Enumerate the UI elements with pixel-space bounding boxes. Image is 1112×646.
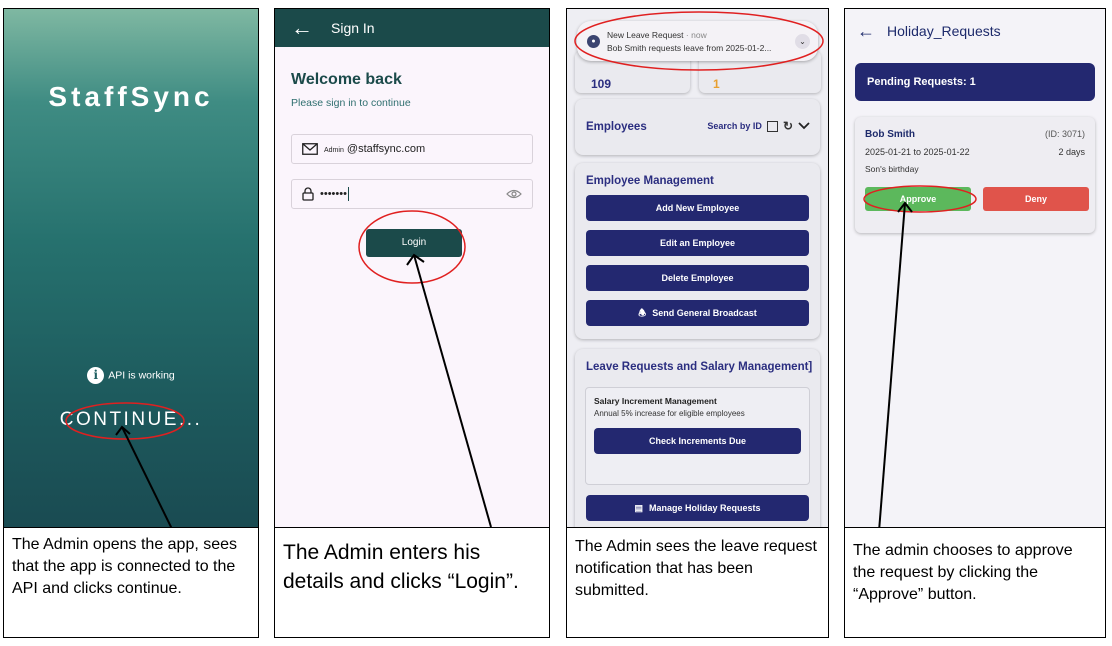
- calendar-icon: ▤: [634, 503, 643, 513]
- annotation-pointer: [413, 254, 492, 527]
- send-broadcast-label: Send General Broadcast: [652, 308, 757, 318]
- bell-icon: ●: [587, 35, 600, 48]
- requester-id: (ID: 3071): [1044, 129, 1085, 139]
- mail-icon: [302, 143, 318, 155]
- search-label: Search by ID: [707, 121, 762, 131]
- checkbox-icon[interactable]: [766, 120, 778, 132]
- leave-request-notification[interactable]: ● New Leave Request · now Bob Smith requ…: [577, 21, 818, 61]
- login-button[interactable]: Login: [366, 229, 462, 257]
- continue-button[interactable]: CONTINUE...: [4, 409, 258, 431]
- dashboard-screen: 109 1 ● New Leave Request · now Bob Smit…: [567, 9, 828, 527]
- requester-name: Bob Smith: [865, 129, 915, 140]
- storyboard-panel-dashboard: 109 1 ● New Leave Request · now Bob Smit…: [566, 8, 829, 638]
- email-field[interactable]: Admin @staffsync.com: [291, 134, 533, 164]
- storyboard-panel-holiday-requests: ← Holiday_Requests Pending Requests: 1 B…: [844, 8, 1106, 638]
- salary-increment-desc: Annual 5% increase for eligible employee…: [594, 409, 745, 418]
- storyboard-panel-splash: StaffSync i API is working CONTINUE... Th…: [3, 8, 259, 638]
- page-title: Welcome back: [291, 71, 402, 88]
- request-duration: 2 days: [1058, 147, 1085, 157]
- edit-employee-button[interactable]: Edit an Employee: [586, 230, 809, 256]
- employees-title: Employees: [586, 121, 647, 133]
- salary-increment-title: Salary Increment Management: [594, 396, 717, 406]
- caption: The Admin opens the app, sees that the a…: [4, 527, 258, 637]
- salary-increment-box: Salary Increment Management Annual 5% in…: [585, 387, 810, 485]
- delete-employee-button[interactable]: Delete Employee: [586, 265, 809, 291]
- email-prefix: Admin: [324, 147, 344, 154]
- eye-icon[interactable]: [506, 189, 522, 199]
- app-bar-title: Sign In: [331, 20, 375, 36]
- app-bar-title: Holiday_Requests: [887, 23, 1001, 39]
- refresh-icon[interactable]: ↻: [783, 119, 793, 133]
- app-title: StaffSync: [48, 81, 214, 112]
- stat-value: 1: [713, 77, 720, 91]
- pending-requests-badge: Pending Requests: 1: [855, 63, 1095, 101]
- employee-management-title: Employee Management: [586, 175, 714, 187]
- page-subtitle: Please sign in to continue: [291, 97, 411, 109]
- arrow-left-icon[interactable]: ←: [291, 17, 313, 39]
- request-reason: Son's birthday: [865, 164, 919, 174]
- email-value: @staffsync.com: [346, 143, 426, 155]
- employee-search: Search by ID ↻: [707, 119, 810, 133]
- lock-icon: [302, 187, 314, 201]
- arrow-left-icon[interactable]: ←: [857, 21, 875, 42]
- caption: The Admin sees the leave request notific…: [567, 527, 828, 637]
- approve-button[interactable]: Approve: [865, 187, 971, 211]
- notification-title: New Leave Request: [607, 30, 684, 40]
- caption: The Admin enters his details and clicks …: [275, 527, 549, 637]
- manage-holiday-label: Manage Holiday Requests: [648, 503, 761, 513]
- app-bar: ← Holiday_Requests: [845, 9, 1105, 53]
- annotation-pointer: [121, 426, 173, 527]
- chevron-down-icon[interactable]: [798, 122, 810, 130]
- info-icon: i: [87, 367, 105, 384]
- check-increments-button[interactable]: Check Increments Due: [594, 428, 801, 454]
- bell-outline-icon: 🕭︎: [638, 308, 647, 318]
- app-bar: ← Sign In: [275, 9, 549, 47]
- leave-salary-title: Leave Requests and Salary Management]: [586, 361, 813, 373]
- holiday-requests-screen: ← Holiday_Requests Pending Requests: 1 B…: [845, 9, 1105, 527]
- leave-request-card: Bob Smith (ID: 3071) 2025-01-21 to 2025-…: [855, 117, 1095, 233]
- request-dates: 2025-01-21 to 2025-01-22: [865, 147, 970, 157]
- add-employee-button[interactable]: Add New Employee: [586, 195, 809, 221]
- employees-card: Employees Search by ID ↻: [575, 99, 820, 155]
- splash-screen: StaffSync i API is working CONTINUE...: [4, 9, 258, 527]
- manage-holiday-requests-button[interactable]: ▤ Manage Holiday Requests: [586, 495, 809, 521]
- employee-management-card: Employee Management Add New Employee Edi…: [575, 163, 820, 339]
- caption: The admin chooses to approve the request…: [845, 527, 1105, 637]
- password-value: •••••••: [320, 187, 347, 200]
- deny-button[interactable]: Deny: [983, 187, 1089, 211]
- signin-screen: ← Sign In Welcome back Please sign in to…: [275, 9, 549, 527]
- notification-time: · now: [685, 30, 707, 40]
- api-status-text: API is working: [108, 369, 175, 382]
- annotation-pointer: [878, 202, 906, 527]
- chevron-down-icon[interactable]: ⌄: [795, 34, 810, 49]
- password-field[interactable]: •••••••: [291, 179, 533, 209]
- storyboard-panel-signin: ← Sign In Welcome back Please sign in to…: [274, 8, 550, 638]
- send-broadcast-button[interactable]: 🕭︎ Send General Broadcast: [586, 300, 809, 326]
- api-status: i API is working: [4, 367, 258, 384]
- notification-body: Bob Smith requests leave from 2025-01-2.…: [607, 43, 772, 53]
- stat-value: 109: [591, 77, 612, 91]
